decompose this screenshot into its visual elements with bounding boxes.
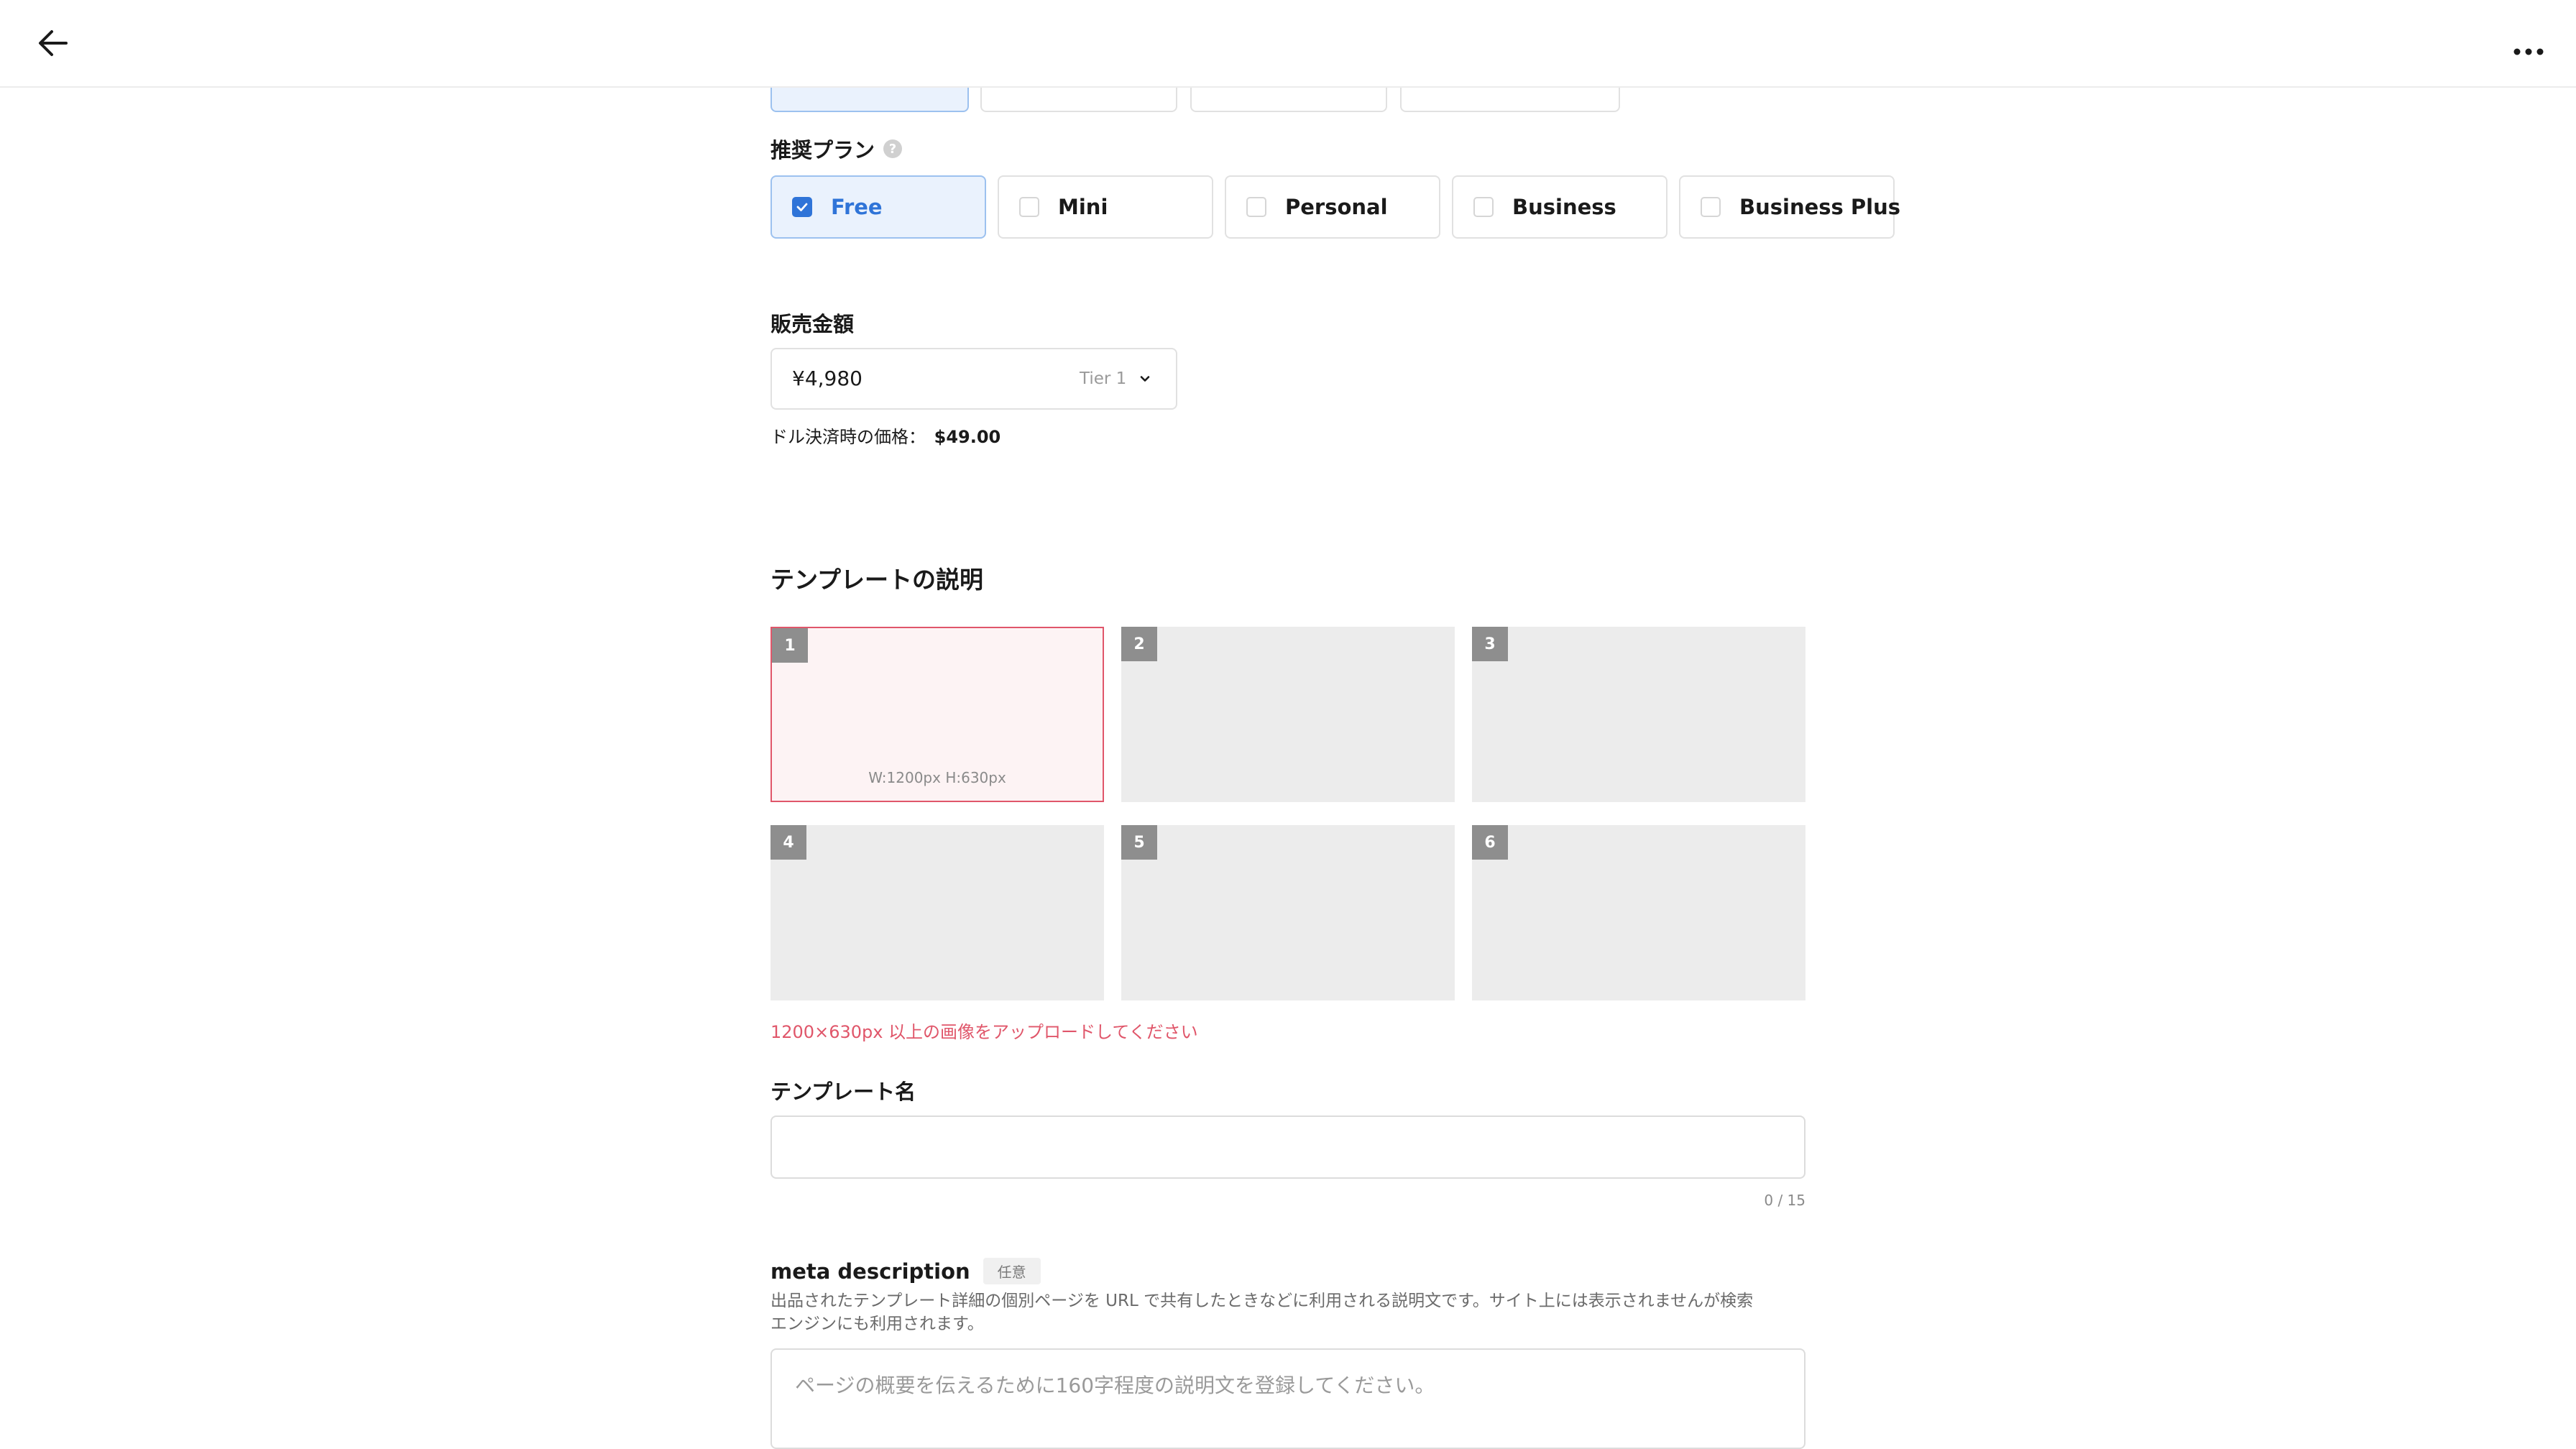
- price-tier: Tier 1: [1080, 369, 1127, 388]
- checkbox: [1246, 197, 1266, 217]
- image-slot-3[interactable]: 3: [1472, 627, 1806, 802]
- svg-text:?: ?: [889, 142, 896, 157]
- plan-label: Business Plus: [1739, 195, 1900, 219]
- plan-label: Mini: [1058, 195, 1108, 219]
- chevron-down-icon: [1140, 376, 1150, 382]
- meta-help-line: エンジンにも利用されます。: [770, 1315, 984, 1333]
- plan-option-personal[interactable]: Personal: [1225, 175, 1440, 239]
- plan-label: Business: [1512, 195, 1616, 219]
- slot-number-badge: 2: [1121, 627, 1157, 661]
- usd-price-value: $49.00: [934, 427, 1001, 447]
- plan-option-business-plus[interactable]: Business Plus: [1679, 175, 1900, 239]
- question-circle-icon[interactable]: ?: [882, 138, 903, 160]
- price-value: ¥4,980: [792, 367, 862, 390]
- meta-description-heading: meta description 任意: [770, 1258, 1041, 1284]
- image-slot-5[interactable]: 5: [1121, 825, 1455, 1000]
- checkbox-checked: [792, 197, 812, 217]
- image-dimensions-hint: W:1200px H:630px: [868, 769, 1006, 786]
- plan-label: Personal: [1285, 195, 1388, 219]
- meta-description-help: 出品されたテンプレート詳細の個別ページを URL で共有したときなどに利用される…: [770, 1289, 1820, 1335]
- arrow-left-icon: [39, 30, 68, 56]
- meta-description-label: meta description: [770, 1259, 970, 1284]
- form-content: 推奨プラン ? Free Mini Personal Business Busi…: [770, 0, 1906, 1449]
- image-error-message: 1200×630px 以上の画像をアップロードしてください: [770, 1022, 1198, 1042]
- slot-number-badge: 1: [772, 628, 808, 663]
- slot-number-badge: 4: [770, 825, 806, 860]
- recommended-plan-heading: 推奨プラン ?: [770, 134, 903, 164]
- optional-badge: 任意: [983, 1258, 1041, 1284]
- template-name-label: テンプレート名: [770, 1080, 916, 1104]
- plan-option-free[interactable]: Free: [770, 175, 986, 239]
- meta-description-textarea[interactable]: [770, 1348, 1806, 1449]
- template-description-title: テンプレートの説明: [770, 566, 984, 594]
- plan-option-mini[interactable]: Mini: [998, 175, 1213, 239]
- price-select[interactable]: ¥4,980 Tier 1: [770, 348, 1177, 410]
- slot-number-badge: 6: [1472, 825, 1508, 860]
- checkbox: [1701, 197, 1721, 217]
- slot-number-badge: 3: [1472, 627, 1508, 661]
- usd-price-label: ドル決済時の価格：: [770, 427, 926, 447]
- plan-label: Free: [831, 195, 883, 219]
- usd-price-row: ドル決済時の価格： $49.00: [770, 423, 1000, 448]
- checkbox: [1473, 197, 1494, 217]
- recommended-plan-label: 推奨プラン: [770, 138, 875, 162]
- price-label: 販売金額: [770, 312, 855, 336]
- image-slot-2[interactable]: 2: [1121, 627, 1455, 802]
- back-button[interactable]: [32, 22, 75, 65]
- checkbox: [1019, 197, 1039, 217]
- slot-number-badge: 5: [1121, 825, 1157, 860]
- image-slot-4[interactable]: 4: [770, 825, 1104, 1000]
- check-icon: [796, 203, 808, 211]
- more-horizontal-icon: [2513, 48, 2544, 55]
- image-slot-6[interactable]: 6: [1472, 825, 1806, 1000]
- top-bar: [0, 0, 2576, 88]
- template-name-counter: 0 / 15: [1764, 1192, 1806, 1209]
- more-options-button[interactable]: [2506, 30, 2552, 73]
- image-slot-1[interactable]: 1 W:1200px H:630px: [770, 627, 1104, 802]
- plan-option-business[interactable]: Business: [1452, 175, 1668, 239]
- template-name-input[interactable]: [770, 1116, 1806, 1179]
- meta-help-line: 出品されたテンプレート詳細の個別ページを URL で共有したときなどに利用される…: [770, 1292, 1754, 1310]
